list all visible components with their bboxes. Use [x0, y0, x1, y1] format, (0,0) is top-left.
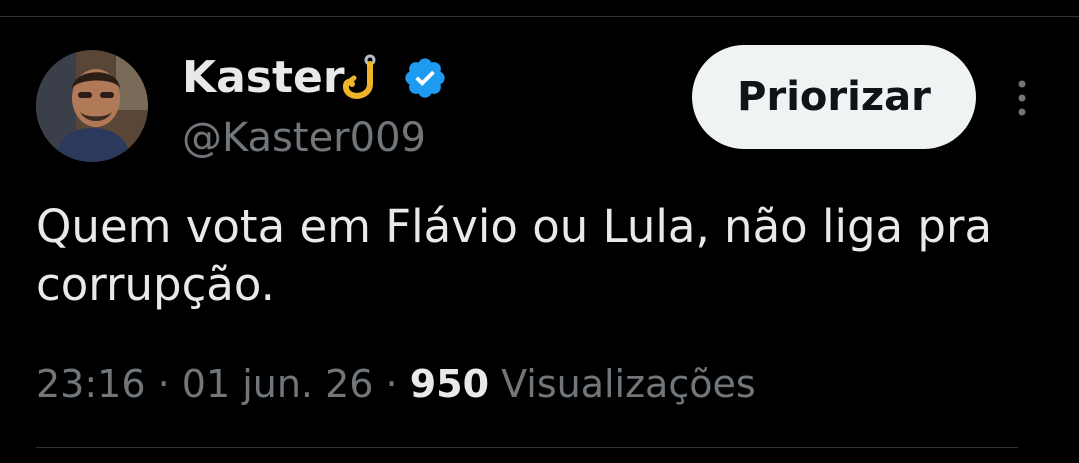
meta-separator: ·	[145, 362, 182, 406]
prioritize-button[interactable]: Priorizar	[692, 45, 976, 149]
author-display-name[interactable]: Kaster	[182, 50, 345, 106]
views-label: Visualizações	[489, 362, 756, 406]
views-count[interactable]: 950	[410, 362, 489, 406]
bottom-divider	[36, 447, 1018, 448]
tweet-meta: 23:16 · 01 jun. 26 · 950 Visualizações	[36, 358, 756, 410]
avatar[interactable]	[36, 50, 148, 162]
tweet-time[interactable]: 23:16	[36, 362, 146, 406]
author-handle[interactable]: @Kaster009	[182, 112, 426, 164]
top-divider	[0, 16, 1079, 17]
hook-icon	[340, 54, 386, 106]
more-vertical-icon[interactable]	[1010, 76, 1034, 122]
meta-separator: ·	[373, 362, 410, 406]
tweet-date[interactable]: 01 jun. 26	[182, 362, 374, 406]
verified-badge-icon[interactable]	[402, 55, 448, 101]
tweet-text: Quem vota em Flávio ou Lula, não liga pr…	[36, 200, 993, 311]
